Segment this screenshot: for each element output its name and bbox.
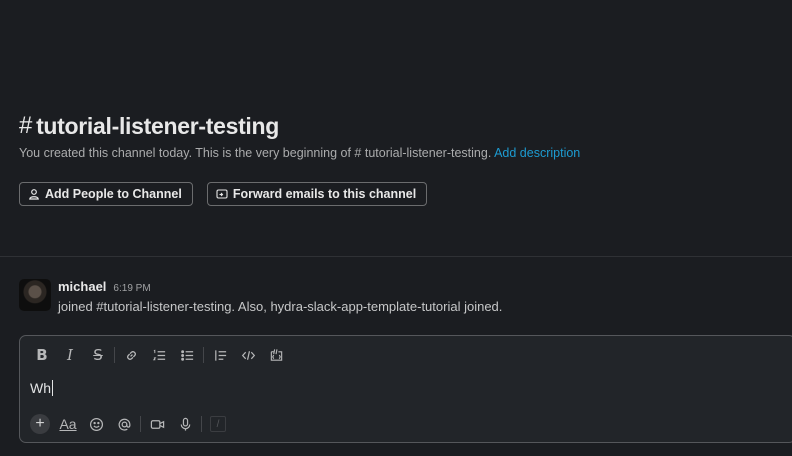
intro-buttons: Add People to Channel Forward emails to …: [19, 182, 428, 206]
message-input[interactable]: Wh: [30, 380, 53, 396]
link-button[interactable]: [117, 344, 145, 366]
toolbar-separator: [201, 416, 202, 432]
text-caret: [52, 380, 53, 396]
strikethrough-button[interactable]: S: [84, 344, 112, 366]
italic-button[interactable]: I: [56, 344, 84, 366]
emoji-icon: [89, 417, 103, 431]
code-block-icon: [270, 348, 282, 361]
bullet-list-icon: [180, 349, 193, 361]
text-format-icon: Aa: [59, 416, 77, 432]
plus-icon: +: [30, 414, 50, 434]
blockquote-button[interactable]: [206, 344, 234, 366]
person-icon: [29, 189, 39, 200]
channel-title: # tutorial-listener-testing: [19, 112, 789, 140]
bold-button[interactable]: B: [28, 344, 56, 366]
channel-description: You created this channel today. This is …: [19, 146, 789, 160]
channel-intro: # tutorial-listener-testing You created …: [19, 112, 789, 160]
message: michael 6:19 PM joined #tutorial-listene…: [19, 279, 779, 314]
toolbar-separator: [140, 416, 141, 432]
description-text: You created this channel today. This is …: [19, 146, 351, 160]
code-icon: [241, 350, 255, 360]
microphone-icon: [180, 417, 190, 431]
bullet-list-button[interactable]: [173, 344, 201, 366]
strikethrough-icon: S: [93, 346, 103, 364]
message-author[interactable]: michael: [58, 279, 106, 294]
add-description-link[interactable]: Add description: [494, 146, 580, 160]
forward-emails-label: Forward emails to this channel: [232, 187, 417, 201]
code-button[interactable]: [234, 344, 262, 366]
video-clip-button[interactable]: [143, 413, 171, 435]
bold-icon: B: [36, 346, 48, 364]
message-text: joined #tutorial-listener-testing. Also,…: [58, 299, 503, 314]
formatting-toolbar: B I S: [28, 344, 290, 366]
message-body: michael 6:19 PM joined #tutorial-listene…: [58, 279, 502, 314]
email-forward-icon: [216, 189, 228, 199]
add-people-label: Add People to Channel: [45, 187, 182, 201]
mention-icon: [118, 418, 130, 431]
ordered-list-icon: [152, 349, 165, 360]
video-camera-icon: [150, 419, 164, 429]
composer-bottom-toolbar: + Aa /: [26, 414, 232, 434]
shortcuts-button[interactable]: /: [204, 413, 232, 435]
forward-emails-button[interactable]: Forward emails to this channel: [206, 182, 428, 206]
message-composer: B I S Wh + Aa /: [19, 335, 792, 443]
message-header: michael 6:19 PM: [58, 279, 502, 294]
link-icon: [126, 350, 136, 360]
slash-icon: /: [210, 416, 226, 432]
blockquote-icon: [214, 349, 226, 361]
ordered-list-button[interactable]: [145, 344, 173, 366]
channel-name: tutorial-listener-testing: [36, 112, 280, 139]
avatar[interactable]: [19, 279, 51, 311]
channel-hash-icon: #: [19, 112, 33, 139]
message-time[interactable]: 6:19 PM: [113, 283, 150, 294]
add-people-button[interactable]: Add People to Channel: [19, 182, 193, 206]
mention-button[interactable]: [110, 413, 138, 435]
message-input-text: Wh: [30, 380, 51, 396]
toolbar-separator: [114, 347, 115, 363]
italic-icon: I: [67, 346, 73, 364]
attach-button[interactable]: +: [26, 413, 54, 435]
code-block-button[interactable]: [262, 344, 290, 366]
text-format-button[interactable]: Aa: [54, 413, 82, 435]
description-channel-name: # tutorial-listener-testing.: [354, 146, 492, 160]
toolbar-separator: [203, 347, 204, 363]
audio-clip-button[interactable]: [171, 413, 199, 435]
emoji-button[interactable]: [82, 413, 110, 435]
divider: [0, 256, 792, 257]
